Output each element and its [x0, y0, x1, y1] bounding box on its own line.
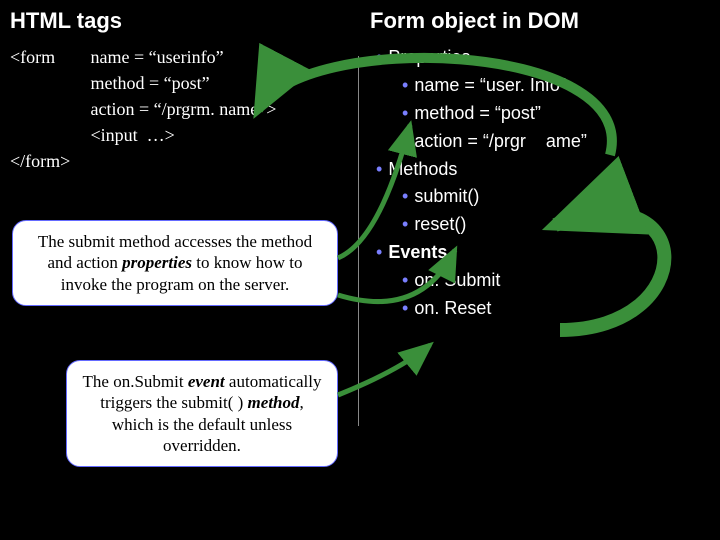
properties-label: Properties: [388, 47, 470, 67]
code-block: <form name = “userinfo” method = “post” …: [10, 44, 348, 174]
methods-label: Methods: [388, 159, 457, 179]
attr-input: <input …>: [91, 122, 277, 148]
event-onsubmit: on. Submit: [414, 270, 500, 290]
attr-name: name = “userinfo”: [91, 44, 277, 70]
form-close-tag: </form>: [10, 148, 348, 174]
events-label: Events: [388, 242, 447, 262]
column-divider: [358, 56, 359, 426]
prop-action: action = “/prgr ame”: [414, 131, 587, 151]
right-title: Form object in DOM: [370, 8, 710, 34]
dom-bullets: •Properties •name = “user. Info” •method…: [370, 44, 710, 323]
callout-onsubmit-event: The on.Submit event automatically trigge…: [66, 360, 338, 467]
form-open-tag: <form: [10, 44, 86, 70]
attr-method: method = “post”: [91, 70, 277, 96]
method-reset: reset(): [414, 214, 466, 234]
attr-action: action = “/prgrm. name”>: [91, 96, 277, 122]
left-title: HTML tags: [10, 8, 348, 34]
prop-name: name = “user. Info”: [414, 75, 566, 95]
event-onreset: on. Reset: [414, 298, 491, 318]
callout-submit-properties: The submit method accesses the method an…: [12, 220, 338, 306]
method-submit: submit(): [414, 186, 479, 206]
prop-method: method = “post”: [414, 103, 541, 123]
